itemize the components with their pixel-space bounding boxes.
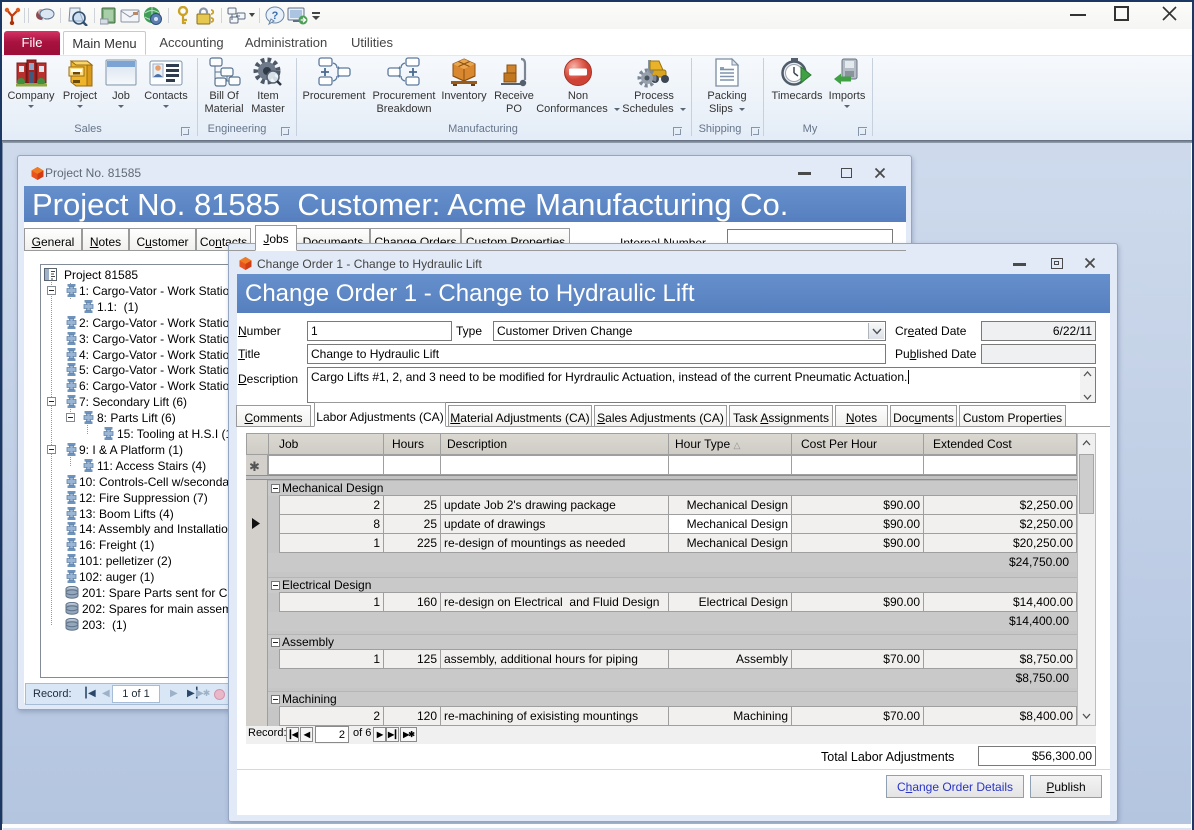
svg-text:?: ?	[272, 10, 279, 22]
